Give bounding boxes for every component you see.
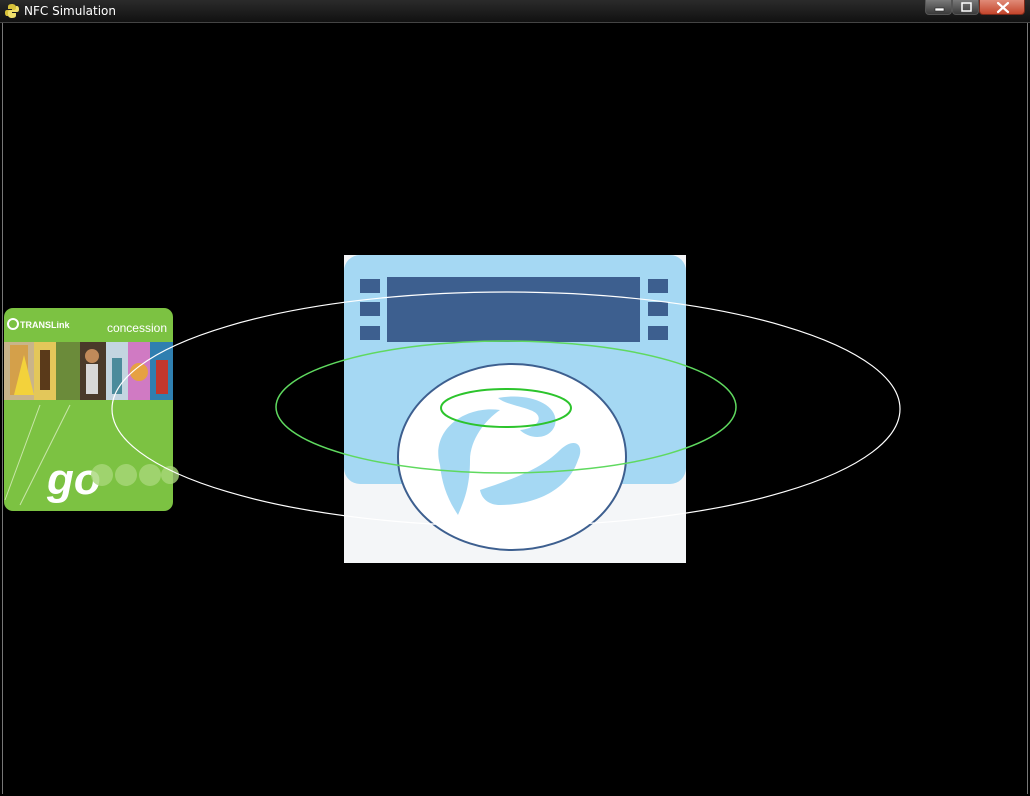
reader-tap-zone	[397, 363, 627, 551]
reader-button-left-3	[360, 326, 380, 340]
card-type-label: concession	[107, 321, 167, 335]
app-window: NFC Simulation TRANSLink concession go	[0, 0, 1030, 796]
reader-button-right-1	[648, 279, 668, 293]
reader-button-right-2	[648, 302, 668, 316]
reader-button-left-1	[360, 279, 380, 293]
reader-button-right-3	[648, 326, 668, 340]
simulation-scene: TRANSLink concession go	[4, 255, 901, 563]
card-photo-strip	[4, 342, 173, 400]
nfc-reader[interactable]	[344, 255, 686, 563]
svg-text:TRANSLink: TRANSLink	[20, 320, 70, 330]
reader-button-left-2	[360, 302, 380, 316]
reader-display	[387, 277, 640, 342]
smart-card[interactable]: TRANSLink concession go	[4, 308, 179, 511]
